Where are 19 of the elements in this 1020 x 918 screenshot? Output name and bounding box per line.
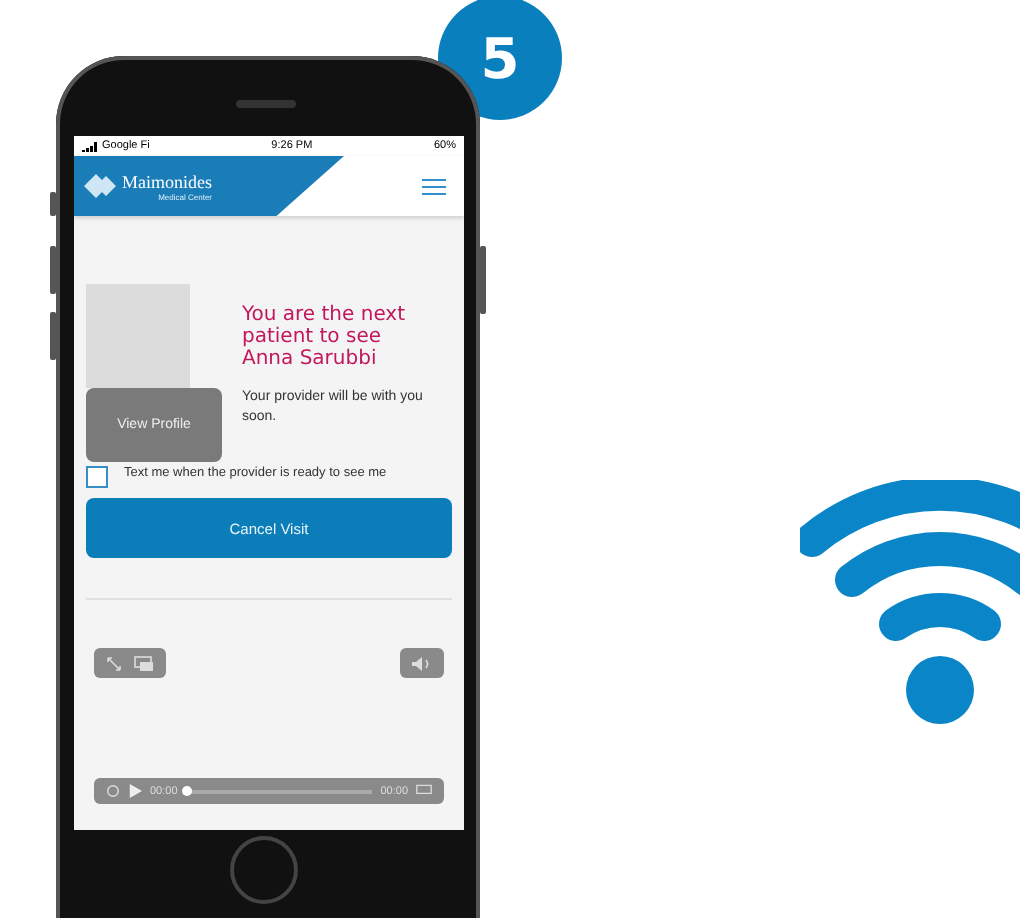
progress-thumb[interactable]	[181, 786, 192, 796]
speaker-grille	[236, 100, 296, 108]
signal-bars-icon	[82, 141, 98, 151]
mute-button[interactable]	[400, 648, 444, 678]
diamond-logo-icon	[84, 174, 116, 198]
airplay-icon[interactable]	[416, 784, 432, 798]
speaker-icon	[412, 655, 432, 671]
menu-icon[interactable]	[422, 177, 446, 195]
play-icon[interactable]	[128, 784, 142, 798]
waiting-headline: You are the next patient to see Anna Sarubbi	[242, 304, 408, 370]
logo-name: Maimonides	[122, 171, 212, 191]
video-controls-panel[interactable]	[94, 648, 166, 678]
replay-icon[interactable]	[106, 784, 120, 798]
screen-share-icon[interactable]	[134, 655, 154, 671]
photo-placeholder	[86, 284, 190, 388]
home-button[interactable]	[230, 836, 298, 904]
checkbox[interactable]	[86, 466, 108, 488]
expand-icon[interactable]	[106, 655, 122, 671]
wifi-icon	[800, 480, 1020, 730]
